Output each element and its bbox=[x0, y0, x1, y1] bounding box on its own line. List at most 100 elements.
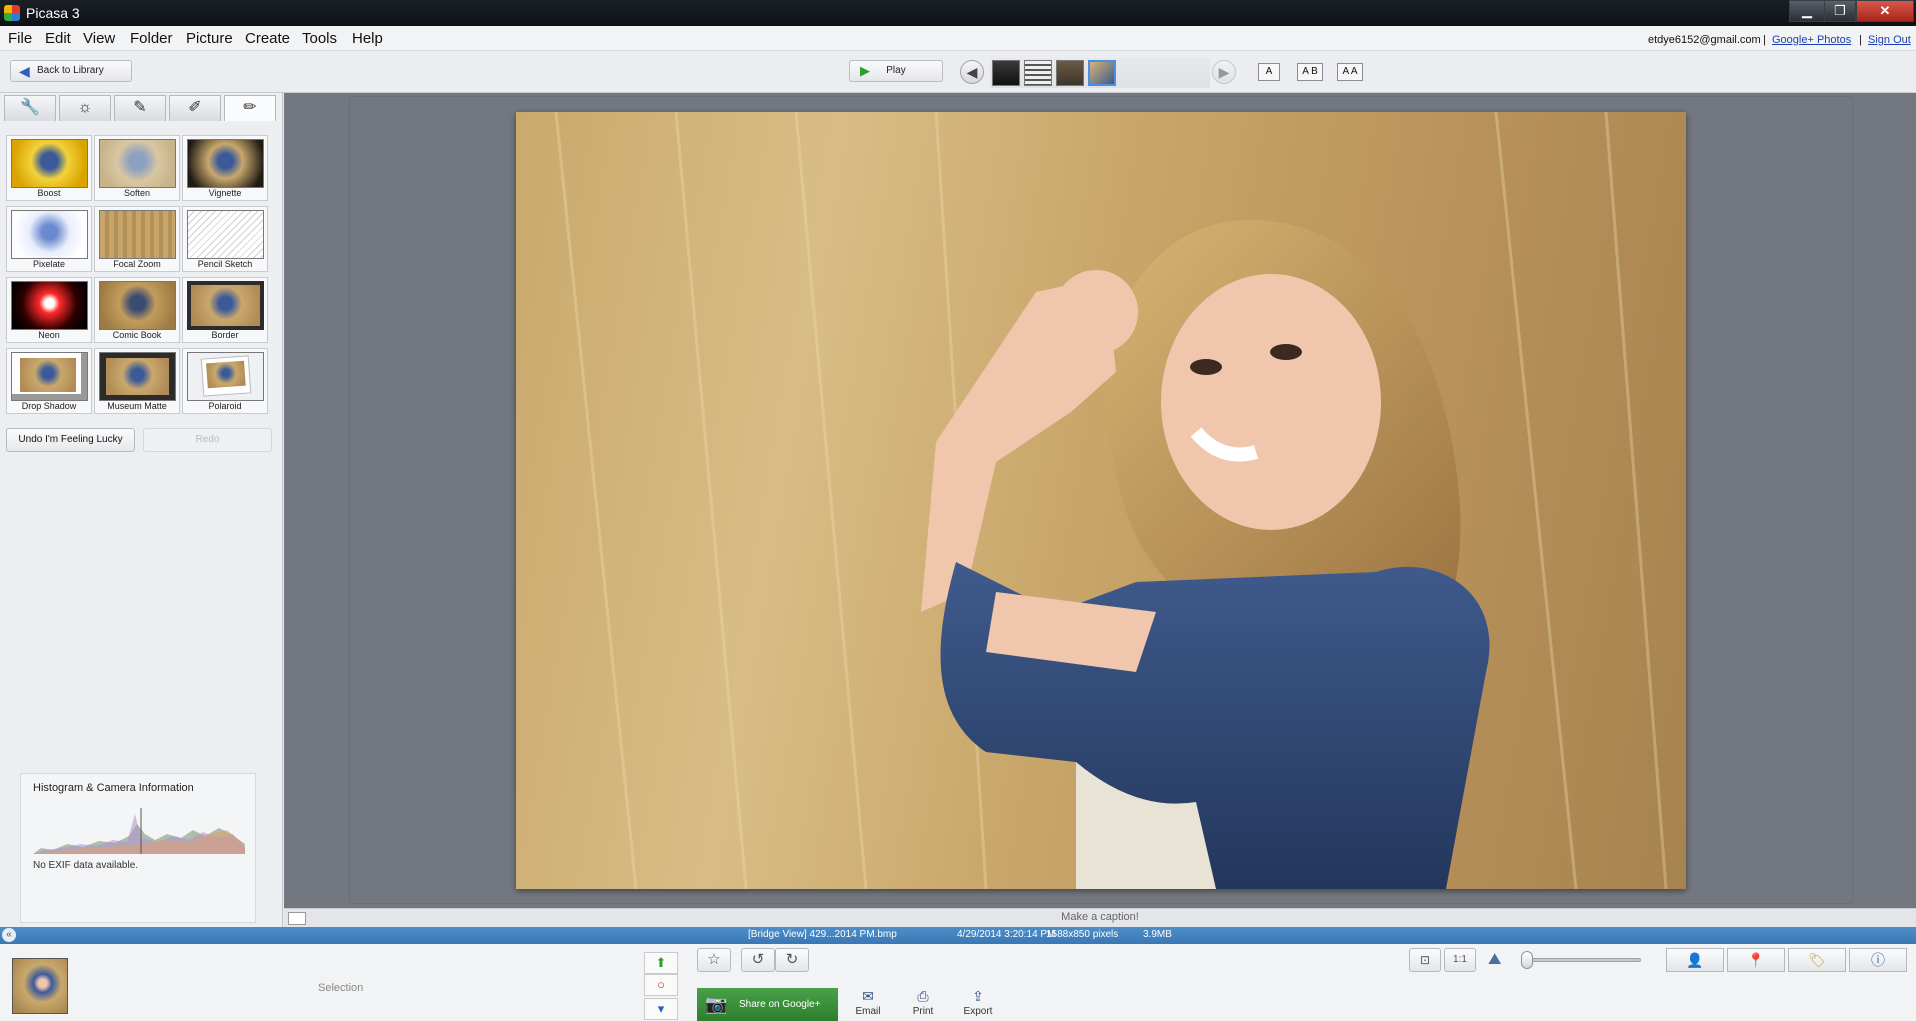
text-button-ab[interactable]: A B bbox=[1297, 63, 1323, 81]
play-button[interactable]: ▶ Play bbox=[849, 60, 943, 82]
menu-help[interactable]: Help bbox=[352, 30, 383, 47]
previous-photo-button[interactable]: ◀ bbox=[960, 60, 984, 84]
effect-label: Pencil Sketch bbox=[197, 259, 253, 269]
filmstrip-thumb[interactable] bbox=[1056, 60, 1084, 86]
toolbar: ◀ Back to Library ▶ Play ◀ ▶ A A B A A bbox=[0, 51, 1916, 93]
next-photo-button[interactable]: ▶ bbox=[1212, 60, 1236, 84]
share-label: Share on Google+ bbox=[739, 999, 821, 1010]
menu-edit[interactable]: Edit bbox=[45, 30, 71, 47]
star-button[interactable]: ☆ bbox=[697, 948, 731, 972]
text-button-a[interactable]: A bbox=[1258, 63, 1280, 81]
zoom-slider[interactable] bbox=[1525, 958, 1641, 962]
wrench-icon: 🔧 bbox=[20, 99, 40, 116]
play-icon: ▶ bbox=[860, 63, 870, 78]
effect-museum-matte[interactable]: Museum Matte bbox=[94, 348, 180, 414]
export-label: Export bbox=[963, 1006, 993, 1017]
brush-icon: ✎ bbox=[133, 99, 147, 116]
places-button[interactable]: 📍 bbox=[1727, 948, 1785, 972]
effect-drop-shadow[interactable]: Drop Shadow bbox=[6, 348, 92, 414]
menu-bar: File Edit View Folder Picture Create Too… bbox=[0, 26, 1916, 51]
pencil-green-icon: ✐ bbox=[188, 99, 202, 116]
rotate-left-button[interactable]: ↺ bbox=[741, 948, 775, 972]
print-button[interactable]: ⎙ Print bbox=[900, 988, 946, 1017]
tab-creative[interactable]: ✏ bbox=[224, 95, 276, 121]
menu-file[interactable]: File bbox=[8, 30, 32, 47]
menu-folder[interactable]: Folder bbox=[130, 30, 173, 47]
filmstrip-thumb-selected[interactable] bbox=[1088, 60, 1116, 86]
redo-button[interactable]: Redo bbox=[143, 428, 272, 452]
collapse-tray-icon[interactable]: « bbox=[2, 928, 16, 942]
effect-neon[interactable]: Neon bbox=[6, 277, 92, 343]
text-button-aa[interactable]: A A bbox=[1337, 63, 1363, 81]
email-button[interactable]: ✉ Email bbox=[845, 988, 891, 1017]
fit-to-view-button[interactable]: ⊡ bbox=[1409, 948, 1441, 972]
filmstrip-thumb[interactable] bbox=[1024, 60, 1052, 86]
back-arrow-icon: ◀ bbox=[19, 63, 30, 79]
effect-thumbnail bbox=[99, 139, 176, 188]
filmstrip-thumb[interactable] bbox=[992, 60, 1020, 86]
effect-thumbnail bbox=[187, 352, 264, 401]
menu-tools[interactable]: Tools bbox=[302, 30, 337, 47]
tab-basic-fixes[interactable]: 🔧 bbox=[4, 95, 56, 121]
pencil-blue-icon: ✏ bbox=[243, 99, 257, 116]
histogram-title: Histogram & Camera Information bbox=[33, 782, 194, 794]
effect-vignette[interactable]: Vignette bbox=[182, 135, 268, 201]
selection-label: Selection bbox=[318, 982, 364, 994]
account-email: etdye6152@gmail.com bbox=[1648, 34, 1761, 46]
zoom-slider-knob[interactable] bbox=[1521, 951, 1533, 969]
tab-tuning[interactable]: ☼ bbox=[59, 95, 111, 121]
main-photo[interactable] bbox=[516, 112, 1686, 889]
selected-photo-thumbnail[interactable] bbox=[12, 958, 68, 1014]
maximize-button[interactable]: ❐ bbox=[1824, 0, 1856, 22]
sign-out-link[interactable]: Sign Out bbox=[1868, 34, 1911, 46]
polaroid-preview bbox=[206, 360, 246, 389]
effect-label: Comic Book bbox=[112, 330, 162, 340]
rotate-right-button[interactable]: ↻ bbox=[775, 948, 809, 972]
properties-button[interactable]: ⓘ bbox=[1849, 948, 1907, 972]
effect-focal-zoom[interactable]: Focal Zoom bbox=[94, 206, 180, 272]
effect-thumbnail bbox=[187, 210, 264, 259]
back-to-library-button[interactable]: ◀ Back to Library bbox=[10, 60, 132, 82]
actual-size-button[interactable]: 1:1 bbox=[1444, 948, 1476, 972]
effect-thumbnail bbox=[99, 352, 176, 401]
effect-border[interactable]: Border bbox=[182, 277, 268, 343]
effect-pencil-sketch[interactable]: Pencil Sketch bbox=[182, 206, 268, 272]
effect-boost[interactable]: Boost bbox=[6, 135, 92, 201]
selected-photo-preview bbox=[13, 959, 67, 1013]
clear-selection-button[interactable]: ○ bbox=[644, 974, 678, 996]
effect-thumbnail bbox=[11, 139, 88, 188]
effect-polaroid[interactable]: Polaroid bbox=[182, 348, 268, 414]
zoom-icon: ⛰ bbox=[1488, 951, 1502, 968]
share-on-google-plus-button[interactable]: 📷 Share on Google+ bbox=[697, 988, 838, 1021]
tab-effects[interactable]: ✎ bbox=[114, 95, 166, 121]
account-separator-2: | bbox=[1859, 34, 1862, 46]
menu-picture[interactable]: Picture bbox=[186, 30, 233, 47]
sun-icon: ☼ bbox=[77, 99, 93, 116]
effect-soften[interactable]: Soften bbox=[94, 135, 180, 201]
export-button[interactable]: ⇪ Export bbox=[955, 988, 1001, 1017]
tab-more-effects[interactable]: ✐ bbox=[169, 95, 221, 121]
print-icon: ⎙ bbox=[917, 988, 929, 1004]
account-separator: | bbox=[1763, 34, 1766, 46]
menu-view[interactable]: View bbox=[83, 30, 115, 47]
minimize-button[interactable]: ▁ bbox=[1789, 0, 1825, 22]
undo-feeling-lucky-button[interactable]: Undo I'm Feeling Lucky bbox=[6, 428, 135, 452]
caption-bar: Make a caption! bbox=[284, 908, 1916, 927]
add-to-album-button[interactable]: ▾ bbox=[644, 998, 678, 1020]
hold-pin-button[interactable]: ⬆ bbox=[644, 952, 678, 974]
effect-label: Soften bbox=[123, 188, 151, 198]
picasa-logo-icon bbox=[4, 5, 20, 21]
status-date: 4/29/2014 3:20:14 PM bbox=[957, 929, 1056, 940]
menu-create[interactable]: Create bbox=[245, 30, 290, 47]
people-button[interactable]: 👤 bbox=[1666, 948, 1724, 972]
tags-button[interactable]: 🏷 bbox=[1788, 948, 1846, 972]
photo-illustration bbox=[554, 112, 1668, 889]
caption-input[interactable]: Make a caption! bbox=[284, 911, 1916, 923]
effect-pixelate[interactable]: Pixelate bbox=[6, 206, 92, 272]
print-label: Print bbox=[912, 1006, 934, 1017]
effect-comic-book[interactable]: Comic Book bbox=[94, 277, 180, 343]
effect-label: Neon bbox=[38, 330, 60, 340]
close-button[interactable]: ✕ bbox=[1856, 0, 1914, 22]
google-photos-link[interactable]: Google+ Photos bbox=[1772, 34, 1851, 46]
effect-label: Pixelate bbox=[32, 259, 66, 269]
